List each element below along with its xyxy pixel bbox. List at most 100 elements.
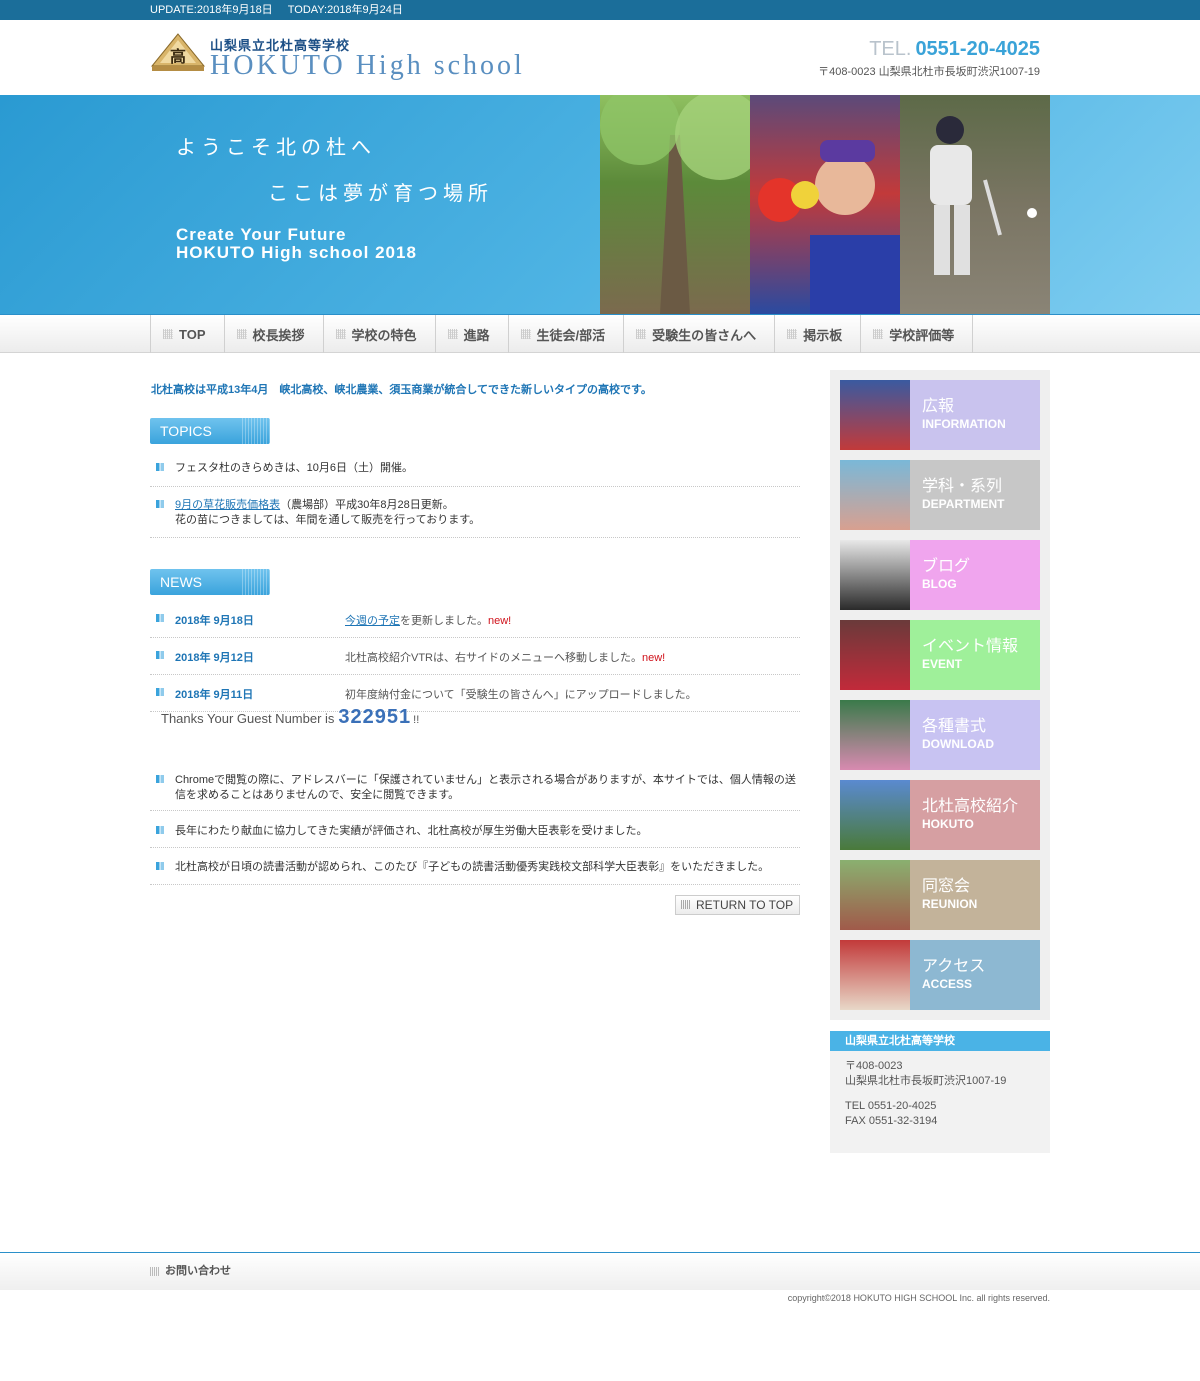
sidebar: 広報 INFORMATION 学科・系列 DEPARTMENT ブログ BLOG イベ…: [830, 370, 1050, 1020]
notice-item: Chromeで閲覧の際に、アドレスバーに「保護されていません」と表示される場合が…: [150, 773, 800, 811]
school-name-en[interactable]: HOKUTO High school: [210, 50, 525, 82]
hero-welcome: ようこそ北の杜へ: [176, 137, 376, 159]
bullet-icon: [156, 775, 164, 783]
nav-principal[interactable]: 校長挨拶: [223, 315, 323, 353]
banner-ja: 同窓会: [922, 878, 971, 895]
new-badge: new!: [488, 615, 512, 627]
tel-number: 0551-20-4025: [915, 38, 1040, 60]
site-footer: お問い合わせ: [0, 1252, 1200, 1290]
contact-link[interactable]: お問い合わせ: [165, 1265, 231, 1277]
banner-hokuto[interactable]: 北杜高校紹介 HOKUTO: [840, 780, 1040, 850]
guest-number: 322951: [338, 706, 412, 728]
nav-board[interactable]: 掲示板: [774, 315, 860, 353]
nav-dots-icon: [520, 329, 531, 339]
bullet-icon: [156, 500, 164, 508]
footer-dots-icon: [150, 1266, 159, 1276]
notice-text: Chromeで閲覧の際に、アドレスバーに「保護されていません」と表示される場合が…: [175, 774, 796, 801]
hero-banner: ようこそ北の杜へ ここは夢が育つ場所 Create Your Future HO…: [0, 95, 1200, 314]
nav-dots-icon: [447, 329, 458, 339]
guest-suffix: !!: [413, 714, 420, 726]
banner-en: DOWNLOAD: [922, 737, 994, 751]
topics-heading: TOPICS: [150, 418, 270, 444]
nav-dots-icon: [636, 329, 647, 339]
nav-label: 学校の特色: [351, 327, 417, 343]
nav-dots-icon: [873, 329, 884, 339]
return-to-top-button[interactable]: RETURN TO TOP: [675, 895, 800, 915]
today-date: TODAY:2018年9月24日: [287, 4, 403, 16]
banner-event[interactable]: イベント情報 EVENT: [840, 620, 1040, 690]
contact-box: 山梨県立北杜高等学校 〒408-0023 山梨県北杜市長坂町渋沢1007-19 …: [830, 1031, 1050, 1153]
banner-ja: アクセス: [922, 958, 986, 975]
hero-english-2: HOKUTO High school 2018: [176, 243, 417, 262]
nav-label: 受験生の皆さんへ: [652, 327, 757, 343]
header-tel: TEL. 0551-20-4025: [869, 38, 1040, 61]
nav-label: 進路: [463, 327, 490, 343]
banner-download[interactable]: 各種書式 DOWNLOAD: [840, 700, 1040, 770]
news-item: 2018年 9月12日 北杜高校紹介VTRは、右サイドのメニューへ移動しました。…: [150, 649, 800, 675]
news-date: 2018年 9月18日: [175, 615, 254, 627]
copyright: copyright©2018 HOKUTO HIGH SCHOOL Inc. a…: [787, 1293, 1050, 1303]
guest-counter: Thanks Your Guest Number is 322951!!: [161, 706, 419, 729]
header-address: 〒408-0023 山梨県北杜市長坂町渋沢1007-19: [818, 66, 1040, 78]
guest-label: Thanks Your Guest Number is: [161, 711, 335, 726]
tree-photo: [600, 95, 750, 314]
news-text: を更新しました。: [400, 615, 488, 627]
news-text: 北杜高校紹介VTRは、右サイドのメニューへ移動しました。: [345, 652, 642, 664]
contact-title: 山梨県立北杜高等学校: [830, 1031, 1050, 1051]
notice-item: 長年にわたり献血に協力してきた実績が評価され、北杜高校が厚生労働大臣表彰を受けま…: [150, 824, 800, 848]
nav-label: 学校評価等: [889, 327, 955, 343]
nav-dots-icon: [236, 329, 247, 339]
hero-tagline: ここは夢が育つ場所: [268, 183, 493, 205]
banner-reunion[interactable]: 同窓会 REUNION: [840, 860, 1040, 930]
download-thumb: [840, 700, 910, 770]
bullet-icon: [156, 862, 164, 870]
banner-department[interactable]: 学科・系列 DEPARTMENT: [840, 460, 1040, 530]
banner-access[interactable]: アクセス ACCESS: [840, 940, 1040, 1010]
nav-features[interactable]: 学校の特色: [322, 315, 435, 353]
banner-en: INFORMATION: [922, 417, 1006, 431]
school-emblem-icon[interactable]: 高: [150, 32, 206, 72]
tel-label: TEL.: [869, 38, 912, 60]
contact-tel: TEL 0551-20-4025: [845, 1100, 937, 1112]
top-bar: UPDATE:2018年9月18日 TODAY:2018年9月24日: [0, 0, 1200, 20]
news-date: 2018年 9月11日: [175, 689, 254, 701]
banner-ja: 北杜高校紹介: [922, 798, 1019, 815]
nav-dots-icon: [787, 329, 798, 339]
nav-applicants[interactable]: 受験生の皆さんへ: [623, 315, 774, 353]
news-heading: NEWS: [150, 569, 270, 595]
schedule-link[interactable]: 今週の予定: [345, 615, 400, 627]
intro-text: 北杜高校は平成13年4月 峡北高校、峡北農業、須玉商業が統合してできた新しいタイ…: [151, 384, 652, 396]
nav-clubs[interactable]: 生徒会/部活: [507, 315, 624, 353]
baseball-photo: [900, 95, 1050, 314]
nav-label: 校長挨拶: [252, 327, 305, 343]
new-badge: new!: [642, 652, 666, 664]
banner-en: ACCESS: [922, 977, 973, 991]
topic-text: フェスタ杜のきらめきは、10月6日（土）開催。: [175, 462, 414, 474]
notice-text: 長年にわたり献血に協力してきた実績が評価され、北杜高校が厚生労働大臣表彰を受けま…: [175, 825, 648, 837]
blog-thumb: [840, 540, 910, 610]
svg-text:高: 高: [170, 47, 186, 66]
department-thumb: [840, 460, 910, 530]
update-date: UPDATE:2018年9月18日: [150, 4, 273, 16]
banner-ja: 広報: [922, 398, 955, 415]
bullet-icon: [156, 688, 164, 696]
banner-en: REUNION: [922, 897, 978, 911]
nav-dots-icon: [335, 329, 346, 339]
banner-ja: ブログ: [922, 558, 971, 575]
nav-career[interactable]: 進路: [434, 315, 508, 353]
nav-evaluation[interactable]: 学校評価等: [860, 315, 974, 353]
banner-en: EVENT: [922, 657, 963, 671]
banner-blog[interactable]: ブログ BLOG: [840, 540, 1040, 610]
banner-en: DEPARTMENT: [922, 497, 1005, 511]
reunion-thumb: [840, 860, 910, 930]
banner-en: HOKUTO: [922, 817, 974, 831]
banner-information[interactable]: 広報 INFORMATION: [840, 380, 1040, 450]
hero-english-1: Create Your Future: [176, 225, 347, 244]
flower-price-link[interactable]: 9月の草花販売価格表: [175, 499, 280, 511]
nav-top[interactable]: TOP: [150, 315, 224, 353]
main-area: 北杜高校は平成13年4月 峡北高校、峡北農業、須玉商業が統合してできた新しいタイ…: [150, 353, 1050, 1253]
notice-text: 北杜高校が日頃の読書活動が認められ、このたび『子どもの読書活動優秀実践校文部科学…: [175, 861, 770, 873]
contact-fax: FAX 0551-32-3194: [845, 1115, 938, 1127]
banner-ja: 各種書式: [922, 718, 987, 735]
banner-en: BLOG: [922, 577, 957, 591]
